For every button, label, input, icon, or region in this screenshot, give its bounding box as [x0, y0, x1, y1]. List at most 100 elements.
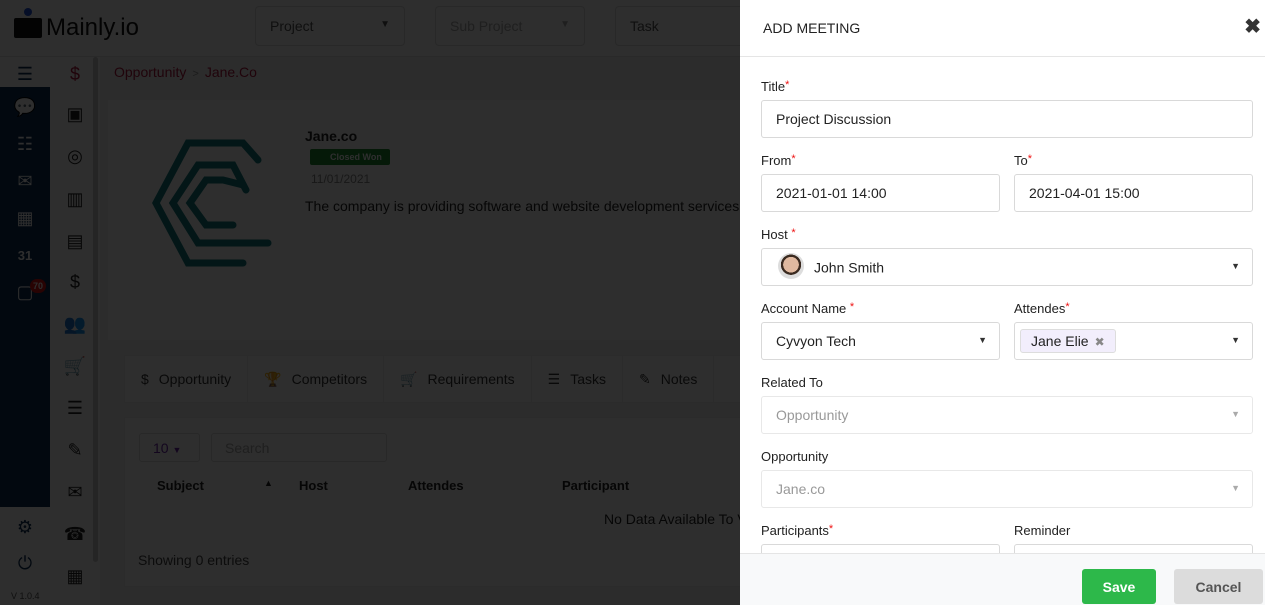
note-edit-icon[interactable]: ✎: [63, 438, 87, 462]
tab-tasks[interactable]: ☰ Tasks: [532, 356, 624, 402]
required-mark: *: [849, 301, 855, 313]
dashboard-icon[interactable]: ▣: [63, 102, 87, 126]
required-mark: *: [791, 227, 796, 239]
caret-down-icon: ▼: [560, 19, 570, 30]
search-input[interactable]: Search: [211, 433, 387, 462]
breadcrumb-opportunity[interactable]: Opportunity: [114, 64, 186, 80]
task-label: Task: [630, 18, 659, 34]
tab-notes[interactable]: ✎ Notes: [623, 356, 715, 402]
entries-info: Showing 0 entries: [138, 552, 250, 568]
header-participant[interactable]: Participant: [562, 478, 629, 493]
related-select[interactable]: Opportunity ▼: [761, 396, 1253, 434]
cancel-button[interactable]: Cancel: [1174, 569, 1263, 604]
tab-label: Competitors: [291, 371, 368, 387]
dollar-icon[interactable]: $: [63, 62, 87, 86]
avatar: [778, 253, 804, 279]
caret-down-icon: ▼: [1231, 335, 1240, 345]
tab-label: Opportunity: [158, 371, 232, 387]
host-select[interactable]: John Smith ▼: [761, 248, 1253, 286]
power-icon[interactable]: ⏻: [13, 551, 37, 575]
label-text: Account Name: [761, 301, 847, 316]
company-date: 11/01/2021: [311, 172, 371, 186]
label-text: Host: [761, 227, 788, 242]
opportunity-label: Opportunity: [761, 449, 829, 464]
tab-requirements[interactable]: 🛒 Requirements: [384, 356, 532, 402]
close-icon[interactable]: ✖: [1244, 14, 1261, 39]
to-input[interactable]: 2021-04-01 15:00: [1014, 174, 1253, 212]
host-value: John Smith: [814, 259, 885, 276]
header-host[interactable]: Host: [299, 478, 328, 493]
caret-down-icon: ▼: [978, 335, 987, 345]
from-label: From*: [761, 153, 796, 168]
to-label: To*: [1014, 153, 1032, 168]
required-mark: *: [791, 153, 796, 165]
calendar-icon[interactable]: ▦: [13, 206, 37, 230]
calendar-31-icon[interactable]: 31: [13, 243, 37, 267]
title-input[interactable]: Project Discussion: [761, 100, 1253, 138]
target-icon[interactable]: ◎: [63, 144, 87, 168]
sidebar-scrollbar[interactable]: [93, 57, 98, 562]
company-description: The company is providing software and we…: [305, 198, 740, 214]
opportunity-hand-icon[interactable]: $: [63, 270, 87, 294]
tasks-icon: ☰: [547, 370, 561, 387]
company-name: Jane.co: [305, 128, 358, 144]
page-length-value: 10: [153, 440, 169, 456]
logo[interactable]: Mainly.io: [14, 8, 139, 42]
required-mark: *: [828, 523, 834, 535]
sub-project-label: Sub Project: [450, 18, 523, 34]
page-length-select[interactable]: 10 ▼: [139, 433, 200, 462]
label-text: From: [761, 153, 792, 168]
project-select[interactable]: Project ▼: [255, 6, 405, 46]
opportunity-select[interactable]: Jane.co ▼: [761, 470, 1253, 508]
checklist-icon[interactable]: ☷: [13, 132, 37, 156]
tab-label: Notes: [660, 371, 698, 387]
chat-icon[interactable]: 💬: [13, 95, 37, 119]
sort-asc-icon[interactable]: ▲: [264, 478, 273, 488]
chip-label: Jane Elie: [1031, 333, 1089, 349]
caret-down-icon: ▼: [380, 19, 390, 30]
mail-icon[interactable]: ✉: [13, 169, 37, 193]
cart-icon[interactable]: 🛒: [63, 354, 87, 378]
remove-icon[interactable]: ✖: [1095, 335, 1105, 349]
attendee-chip: Jane Elie ✖: [1020, 329, 1116, 353]
attendes-select[interactable]: Jane Elie ✖ ▼: [1014, 322, 1253, 360]
status-badge: Closed Won: [310, 149, 390, 165]
reminder-label: Reminder: [1014, 523, 1071, 538]
note-icon: ✎: [639, 370, 651, 387]
team-icon[interactable]: 👥: [63, 312, 87, 336]
tab-competitors[interactable]: 🏆 Competitors: [248, 356, 385, 402]
title-label: Title*: [761, 79, 789, 94]
settings-icon[interactable]: ⚙: [13, 515, 37, 539]
phone-star-icon[interactable]: ☎: [63, 522, 87, 546]
breadcrumb-separator: >: [192, 68, 199, 80]
save-button[interactable]: Save: [1082, 569, 1156, 604]
account-select[interactable]: Cyvyon Tech ▼: [761, 322, 1000, 360]
building-icon[interactable]: ▥: [63, 187, 87, 211]
caret-down-icon: ▼: [172, 445, 182, 455]
host-label: Host *: [761, 227, 796, 242]
cart-icon: 🛒: [400, 370, 418, 387]
tasks-icon[interactable]: ☰: [63, 396, 87, 420]
required-mark: *: [1065, 301, 1070, 313]
related-label: Related To: [761, 375, 823, 390]
project-label: Project: [270, 18, 314, 34]
modal-title: ADD MEETING: [763, 20, 861, 36]
participants-label: Participants*: [761, 523, 833, 538]
header-subject[interactable]: Subject: [157, 478, 204, 493]
opportunity-value: Jane.co: [776, 481, 826, 497]
attendes-label: Attendes*: [1014, 301, 1070, 316]
mail-check-icon[interactable]: ✉: [63, 480, 87, 504]
label-text: Title: [761, 79, 786, 94]
tab-opportunity[interactable]: $ Opportunity: [125, 356, 249, 402]
version: V 1.0.4: [11, 591, 40, 601]
calendar-clock-icon[interactable]: ▦: [63, 564, 87, 588]
modal-footer: Save Cancel: [740, 553, 1265, 605]
required-mark: *: [1027, 153, 1033, 165]
header-attendes[interactable]: Attendes: [408, 478, 464, 493]
account-value: Cyvyon Tech: [776, 333, 856, 349]
tab-label: Requirements: [427, 371, 515, 387]
contact-card-icon[interactable]: ▤: [63, 229, 87, 253]
sub-project-select[interactable]: Sub Project ▼: [435, 6, 585, 46]
from-input[interactable]: 2021-01-01 14:00: [761, 174, 1000, 212]
hamburger-icon[interactable]: ☰: [13, 62, 37, 86]
